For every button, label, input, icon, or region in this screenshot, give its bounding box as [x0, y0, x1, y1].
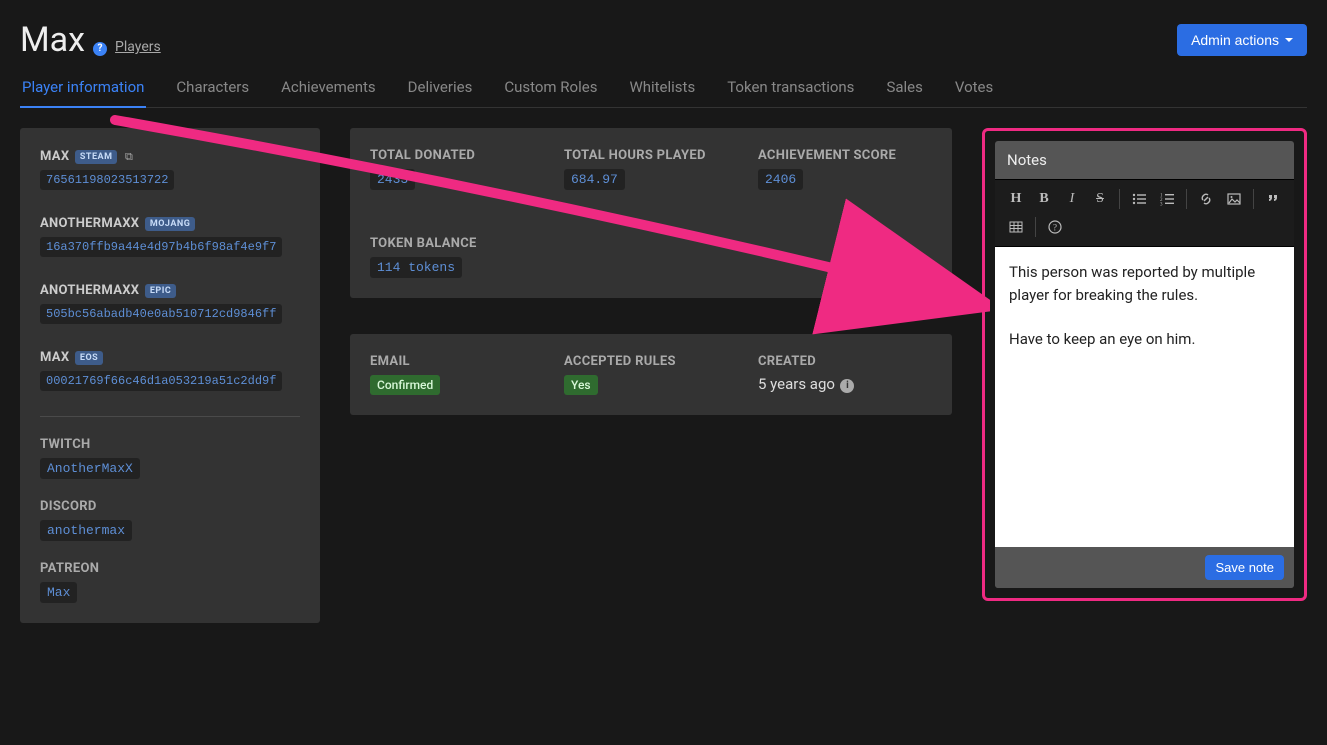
- info-value: 5 years ago: [758, 375, 835, 393]
- number-list-icon[interactable]: 123: [1154, 186, 1180, 212]
- admin-actions-label: Admin actions: [1191, 32, 1279, 48]
- social-label: PATREON: [40, 561, 300, 576]
- help-icon[interactable]: ?: [1042, 214, 1068, 240]
- social-label: TWITCH: [40, 437, 300, 452]
- link-icon[interactable]: [1193, 186, 1219, 212]
- stat-value: 2406: [758, 169, 803, 190]
- heading-icon[interactable]: H: [1003, 186, 1029, 212]
- strikethrough-icon[interactable]: S: [1087, 186, 1113, 212]
- tab-player-information[interactable]: Player information: [20, 70, 146, 108]
- tab-sales[interactable]: Sales: [884, 70, 924, 107]
- info-label: EMAIL: [370, 354, 544, 369]
- notes-panel: Notes H B I S 123: [995, 141, 1294, 588]
- svg-text:3: 3: [1160, 203, 1163, 207]
- table-icon[interactable]: [1003, 214, 1029, 240]
- help-icon[interactable]: ?: [93, 42, 107, 56]
- info-accepted-rules: ACCEPTED RULES Yes: [564, 354, 738, 395]
- stat-value: 684.97: [564, 169, 625, 190]
- identities-card: MAX STEAM ⧉ 76561198023513722 ANOTHERMAX…: [20, 128, 320, 623]
- identity-id[interactable]: 505bc56abadb40e0ab510712cd9846ff: [40, 304, 282, 324]
- breadcrumb[interactable]: Players: [115, 39, 161, 55]
- save-note-button[interactable]: Save note: [1205, 555, 1284, 580]
- notes-editor[interactable]: This person was reported by multiple pla…: [995, 247, 1294, 547]
- info-icon[interactable]: i: [840, 379, 854, 393]
- chevron-down-icon: [1285, 38, 1293, 42]
- social-label: DISCORD: [40, 499, 300, 514]
- identity-steam: MAX STEAM ⧉ 76561198023513722: [40, 148, 300, 190]
- tabs-nav: Player information Characters Achievemen…: [20, 70, 1307, 108]
- tab-achievements[interactable]: Achievements: [279, 70, 378, 107]
- identity-eos: MAX EOS 00021769f66c46d1a053219a51c2dd9f: [40, 349, 300, 391]
- status-badge: Confirmed: [370, 375, 440, 395]
- stat-token-balance: TOKEN BALANCE 114 tokens: [370, 236, 544, 278]
- stat-value: 2433: [370, 169, 415, 190]
- toolbar-separator: [1253, 189, 1254, 209]
- tab-whitelists[interactable]: Whitelists: [627, 70, 697, 107]
- stat-label: TOTAL DONATED: [370, 148, 544, 163]
- info-label: CREATED: [758, 354, 932, 369]
- image-icon[interactable]: [1221, 186, 1247, 212]
- identity-name: ANOTHERMAXX: [40, 283, 139, 298]
- italic-icon[interactable]: I: [1059, 186, 1085, 212]
- notes-paragraph: Have to keep an eye on him.: [1009, 328, 1280, 351]
- stats-card: TOTAL DONATED 2433 TOTAL HOURS PLAYED 68…: [350, 128, 952, 298]
- bold-icon[interactable]: B: [1031, 186, 1057, 212]
- external-link-icon[interactable]: ⧉: [125, 150, 133, 163]
- identity-name: MAX: [40, 149, 69, 164]
- stat-total-donated: TOTAL DONATED 2433: [370, 148, 544, 190]
- identity-epic: ANOTHERMAXX EPIC 505bc56abadb40e0ab51071…: [40, 282, 300, 324]
- identity-mojang: ANOTHERMAXX MOJANG 16a370ffb9a44e4d97b4b…: [40, 215, 300, 257]
- platform-badge-epic: EPIC: [145, 284, 176, 298]
- quote-icon[interactable]: [1260, 186, 1286, 212]
- platform-badge-eos: EOS: [75, 351, 103, 365]
- tab-custom-roles[interactable]: Custom Roles: [502, 70, 599, 107]
- info-email: EMAIL Confirmed: [370, 354, 544, 395]
- tab-deliveries[interactable]: Deliveries: [406, 70, 475, 107]
- notes-highlight-frame: Notes H B I S 123: [982, 128, 1307, 601]
- social-value[interactable]: Max: [40, 582, 77, 603]
- editor-toolbar: H B I S 123: [995, 179, 1294, 247]
- platform-badge-steam: STEAM: [75, 150, 118, 164]
- social-value[interactable]: anothermax: [40, 520, 132, 541]
- tab-votes[interactable]: Votes: [953, 70, 995, 107]
- info-label: ACCEPTED RULES: [564, 354, 738, 369]
- bullet-list-icon[interactable]: [1126, 186, 1152, 212]
- identity-id[interactable]: 76561198023513722: [40, 170, 174, 190]
- svg-text:?: ?: [1053, 223, 1057, 233]
- tab-characters[interactable]: Characters: [174, 70, 251, 107]
- stat-hours-played: TOTAL HOURS PLAYED 684.97: [564, 148, 738, 190]
- toolbar-separator: [1119, 189, 1120, 209]
- stat-achievement-score: ACHIEVEMENT SCORE 2406: [758, 148, 932, 190]
- identity-id[interactable]: 16a370ffb9a44e4d97b4b6f98af4e9f7: [40, 237, 282, 257]
- info-created: CREATED 5 years ago i: [758, 354, 932, 395]
- divider: [40, 416, 300, 417]
- page-title: Max: [20, 20, 85, 60]
- identity-name: MAX: [40, 350, 69, 365]
- identity-name: ANOTHERMAXX: [40, 216, 139, 231]
- toolbar-separator: [1035, 217, 1036, 237]
- stat-label: ACHIEVEMENT SCORE: [758, 148, 932, 163]
- social-value[interactable]: AnotherMaxX: [40, 458, 140, 479]
- stat-label: TOTAL HOURS PLAYED: [564, 148, 738, 163]
- social-twitch: TWITCH AnotherMaxX: [40, 437, 300, 479]
- notes-paragraph: This person was reported by multiple pla…: [1009, 261, 1280, 308]
- status-badge: Yes: [564, 375, 598, 395]
- social-patreon: PATREON Max: [40, 561, 300, 603]
- toolbar-separator: [1186, 189, 1187, 209]
- tab-token-transactions[interactable]: Token transactions: [725, 70, 856, 107]
- notes-title: Notes: [995, 141, 1294, 179]
- account-info-card: EMAIL Confirmed ACCEPTED RULES Yes CREAT…: [350, 334, 952, 415]
- admin-actions-button[interactable]: Admin actions: [1177, 24, 1307, 56]
- stat-label: TOKEN BALANCE: [370, 236, 544, 251]
- platform-badge-mojang: MOJANG: [145, 217, 196, 231]
- social-discord: DISCORD anothermax: [40, 499, 300, 541]
- stat-value: 114 tokens: [370, 257, 462, 278]
- identity-id[interactable]: 00021769f66c46d1a053219a51c2dd9f: [40, 371, 282, 391]
